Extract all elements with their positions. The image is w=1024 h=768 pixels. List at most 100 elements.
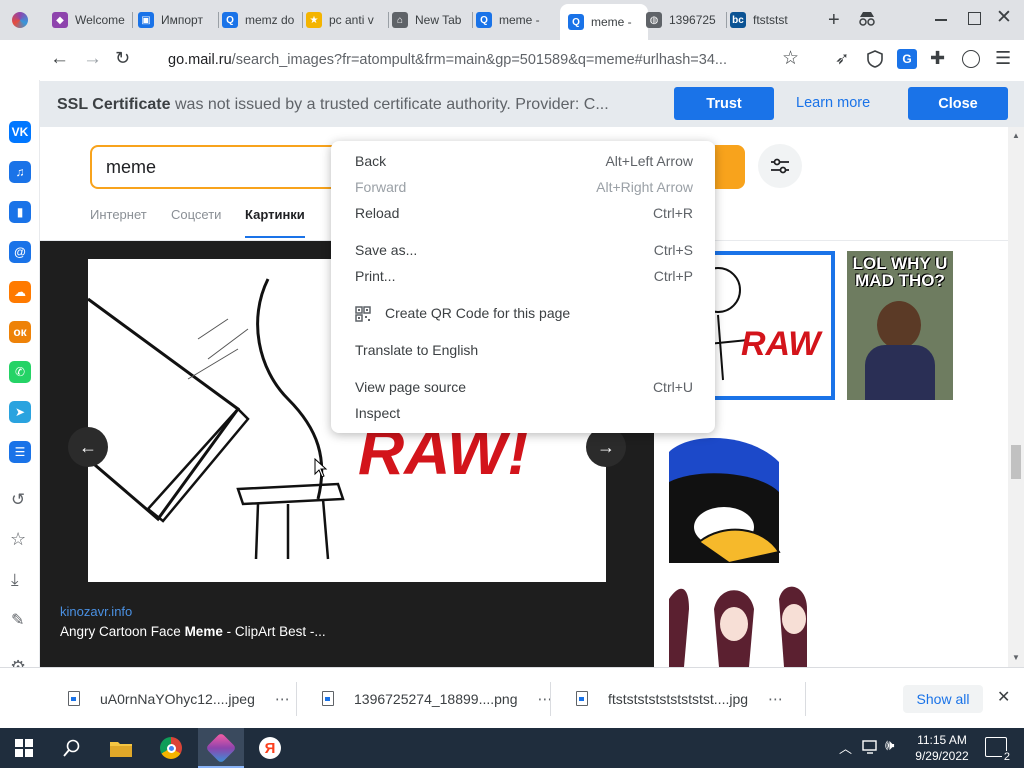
telegram-icon[interactable]: ➤ — [9, 401, 31, 423]
trust-button[interactable]: Trust — [674, 87, 774, 120]
import-icon: ▣ — [138, 12, 154, 28]
thumb-penguin-drawing — [669, 438, 781, 563]
thumbnail-penguin[interactable] — [669, 432, 791, 563]
tab-1[interactable]: ◆ Welcome — [52, 6, 128, 34]
tools-icon[interactable]: ✎ — [11, 610, 24, 630]
reload-icon[interactable]: ↻ — [115, 48, 130, 69]
download-divider — [805, 682, 806, 716]
menu-item-back[interactable]: Back Alt+Left Arrow — [355, 151, 695, 171]
tray-chevron-icon[interactable]: ︿ — [839, 738, 852, 757]
tab-2[interactable]: ▣ Импорт — [138, 6, 214, 34]
menu-label: Print... — [355, 268, 396, 284]
menu-item-forward[interactable]: Forward Alt+Right Arrow — [355, 177, 695, 197]
search-input[interactable]: meme — [90, 145, 370, 189]
ssl-title: SSL Certificate — [57, 96, 171, 113]
yandex-icon[interactable]: Я — [256, 734, 284, 762]
start-button[interactable] — [10, 734, 38, 762]
page-scrollbar[interactable]: ▲ ▼ — [1008, 127, 1024, 667]
new-tab-icon[interactable]: + — [828, 9, 840, 32]
atom-browser-icon[interactable] — [205, 732, 237, 764]
tab-6[interactable]: Qmeme - — [476, 6, 552, 34]
download-item-1[interactable]: uA0rnNaYOhyc12....jpeg ⋯ — [68, 668, 291, 729]
profile-icon[interactable] — [962, 50, 980, 68]
scroll-up-icon[interactable]: ▲ — [1012, 131, 1020, 140]
ssl-message: SSL Certificate was not issued by a trus… — [57, 96, 609, 114]
learn-more-button[interactable]: Learn more — [796, 95, 870, 111]
more-icon[interactable]: ⋯ — [538, 690, 554, 708]
tab-separator — [218, 12, 219, 28]
menu-item-qr-code[interactable]: Create QR Code for this page — [355, 303, 695, 323]
close-window-icon[interactable]: ✕ — [996, 6, 1012, 29]
tab-8[interactable]: ◍ 1396725 — [646, 6, 722, 34]
tab-images[interactable]: Картинки — [245, 207, 305, 222]
thumbnail-lol[interactable]: LOL WHY U MAD THO? — [847, 251, 953, 400]
list-icon[interactable]: ☰ — [9, 441, 31, 463]
tab-7[interactable]: Qmeme - — [560, 4, 648, 40]
filters-button[interactable] — [758, 144, 802, 188]
close-ssl-button[interactable]: Close — [908, 87, 1008, 120]
address-bar[interactable]: go.mail.ru/search_images?fr=atompult&frm… — [158, 46, 778, 74]
browser-logo-icon[interactable] — [12, 12, 28, 28]
shield-icon[interactable] — [867, 50, 883, 71]
menu-icon[interactable]: ☰ — [995, 48, 1011, 69]
history-icon[interactable]: ↺ — [11, 490, 25, 510]
restore-icon[interactable] — [968, 12, 981, 25]
menu-item-translate[interactable]: Translate to English — [355, 340, 695, 360]
extensions-icon[interactable]: ✚ — [930, 48, 945, 69]
mail-icon[interactable]: @ — [9, 241, 31, 263]
forward-icon[interactable]: → — [83, 48, 102, 70]
close-downloads-icon[interactable]: ✕ — [997, 687, 1010, 707]
downloads-icon[interactable]: ⤓ — [11, 570, 19, 590]
mouse-cursor-icon — [314, 457, 328, 481]
tab-3[interactable]: Qmemz do — [222, 6, 298, 34]
next-image-button[interactable]: → — [586, 427, 626, 467]
star-icon: ★ — [306, 12, 322, 28]
show-all-button[interactable]: Show all — [903, 685, 983, 713]
notifications-icon[interactable]: 2 — [985, 737, 1012, 763]
search-button[interactable] — [715, 145, 745, 189]
stats-icon[interactable]: ▮ — [9, 201, 31, 223]
network-icon[interactable] — [862, 739, 880, 758]
tab-internet[interactable]: Интернет — [90, 207, 147, 222]
tab-9[interactable]: bc ftststst — [730, 6, 806, 34]
image-caption[interactable]: Angry Cartoon Face Meme - ClipArt Best -… — [60, 624, 326, 639]
active-tab-underline — [245, 236, 305, 238]
bookmark-star-icon[interactable]: ☆ — [782, 47, 799, 70]
menu-item-view-source[interactable]: View page source Ctrl+U — [355, 377, 695, 397]
whatsapp-icon[interactable]: ✆ — [9, 361, 31, 383]
back-icon[interactable]: ← — [50, 48, 69, 70]
vk-icon[interactable]: VK — [9, 121, 31, 143]
more-icon[interactable]: ⋯ — [768, 690, 784, 708]
menu-item-save-as[interactable]: Save as... Ctrl+S — [355, 240, 695, 260]
menu-item-reload[interactable]: Reload Ctrl+R — [355, 203, 695, 223]
tab-label: meme - — [591, 15, 632, 29]
thumbnail-anime[interactable] — [669, 579, 807, 667]
prev-image-button[interactable]: ← — [68, 427, 108, 467]
file-explorer-icon[interactable] — [107, 734, 135, 762]
download-item-3[interactable]: ftststststststststst....jpg ⋯ — [576, 668, 784, 729]
favorites-icon[interactable]: ☆ — [10, 529, 26, 550]
ssl-warning-bar: SSL Certificate was not issued by a trus… — [40, 81, 1024, 127]
ok-icon[interactable]: ок — [9, 321, 31, 343]
translate-icon[interactable]: G — [897, 49, 917, 69]
volume-icon[interactable]: 🕪 — [885, 737, 894, 754]
cloud-icon[interactable]: ☁ — [9, 281, 31, 303]
minimize-icon[interactable] — [935, 19, 947, 21]
tab-5[interactable]: ⌂ New Tab — [392, 6, 468, 34]
more-icon[interactable]: ⋯ — [275, 690, 291, 708]
scroll-down-icon[interactable]: ▼ — [1012, 653, 1020, 662]
tab-label: Welcome — [75, 13, 125, 27]
menu-item-print[interactable]: Print... Ctrl+P — [355, 266, 695, 286]
system-clock[interactable]: 11:15 AM 9/29/2022 — [904, 732, 980, 764]
menu-item-inspect[interactable]: Inspect — [355, 403, 695, 423]
download-item-2[interactable]: 1396725274_18899....png ⋯ — [322, 668, 554, 729]
rocket-icon[interactable]: ➶ — [835, 49, 849, 69]
incognito-icon[interactable] — [858, 10, 876, 31]
chrome-icon[interactable] — [157, 734, 185, 762]
taskbar-search-icon[interactable] — [58, 734, 86, 762]
music-icon[interactable]: ♫ — [9, 161, 31, 183]
tab-4[interactable]: ★ pc anti v — [306, 6, 384, 34]
scroll-thumb[interactable] — [1011, 445, 1021, 479]
image-source-link[interactable]: kinozavr.info — [60, 604, 132, 619]
tab-social[interactable]: Соцсети — [171, 207, 221, 222]
